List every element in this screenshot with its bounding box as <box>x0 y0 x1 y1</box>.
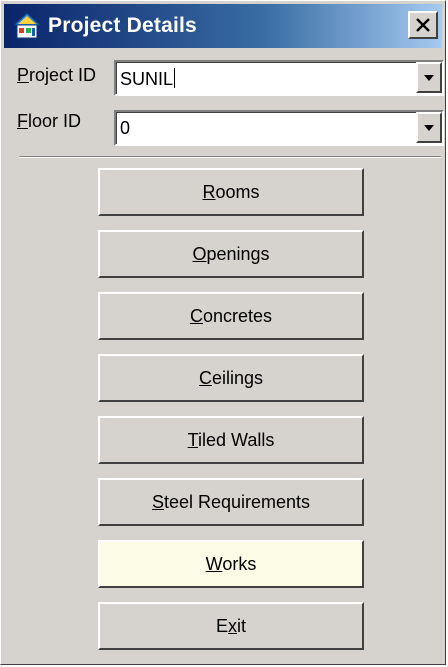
chevron-down-icon <box>424 74 434 81</box>
steel-requirements-button[interactable]: Steel Requirements <box>98 478 364 526</box>
works-button[interactable]: Works <box>98 540 364 588</box>
project-id-dropdown-button[interactable] <box>416 62 442 93</box>
app-icon <box>12 11 42 41</box>
project-id-combobox[interactable]: SUNIL <box>114 60 444 96</box>
floor-id-dropdown-button[interactable] <box>416 112 442 143</box>
ceilings-button[interactable]: Ceilings <box>98 354 364 402</box>
project-id-label: Project ID <box>17 65 97 85</box>
project-id-value[interactable]: SUNIL <box>120 68 176 90</box>
project-details-window: Project Details Project ID SUNIL Floor I… <box>0 0 446 665</box>
floor-id-value[interactable]: 0 <box>120 118 130 139</box>
exit-button[interactable]: Exit <box>98 602 364 650</box>
close-button[interactable] <box>408 11 438 39</box>
openings-button[interactable]: Openings <box>98 230 364 278</box>
window-title: Project Details <box>48 14 197 37</box>
floor-id-label: Floor ID <box>17 111 82 131</box>
separator <box>19 156 441 158</box>
rooms-button[interactable]: Rooms <box>98 168 364 216</box>
concretes-button[interactable]: Concretes <box>98 292 364 340</box>
chevron-down-icon <box>424 124 434 131</box>
floor-id-combobox[interactable]: 0 <box>114 110 444 146</box>
title-bar[interactable]: Project Details <box>4 4 442 48</box>
close-icon <box>416 18 430 32</box>
tiled-walls-button[interactable]: Tiled Walls <box>98 416 364 464</box>
